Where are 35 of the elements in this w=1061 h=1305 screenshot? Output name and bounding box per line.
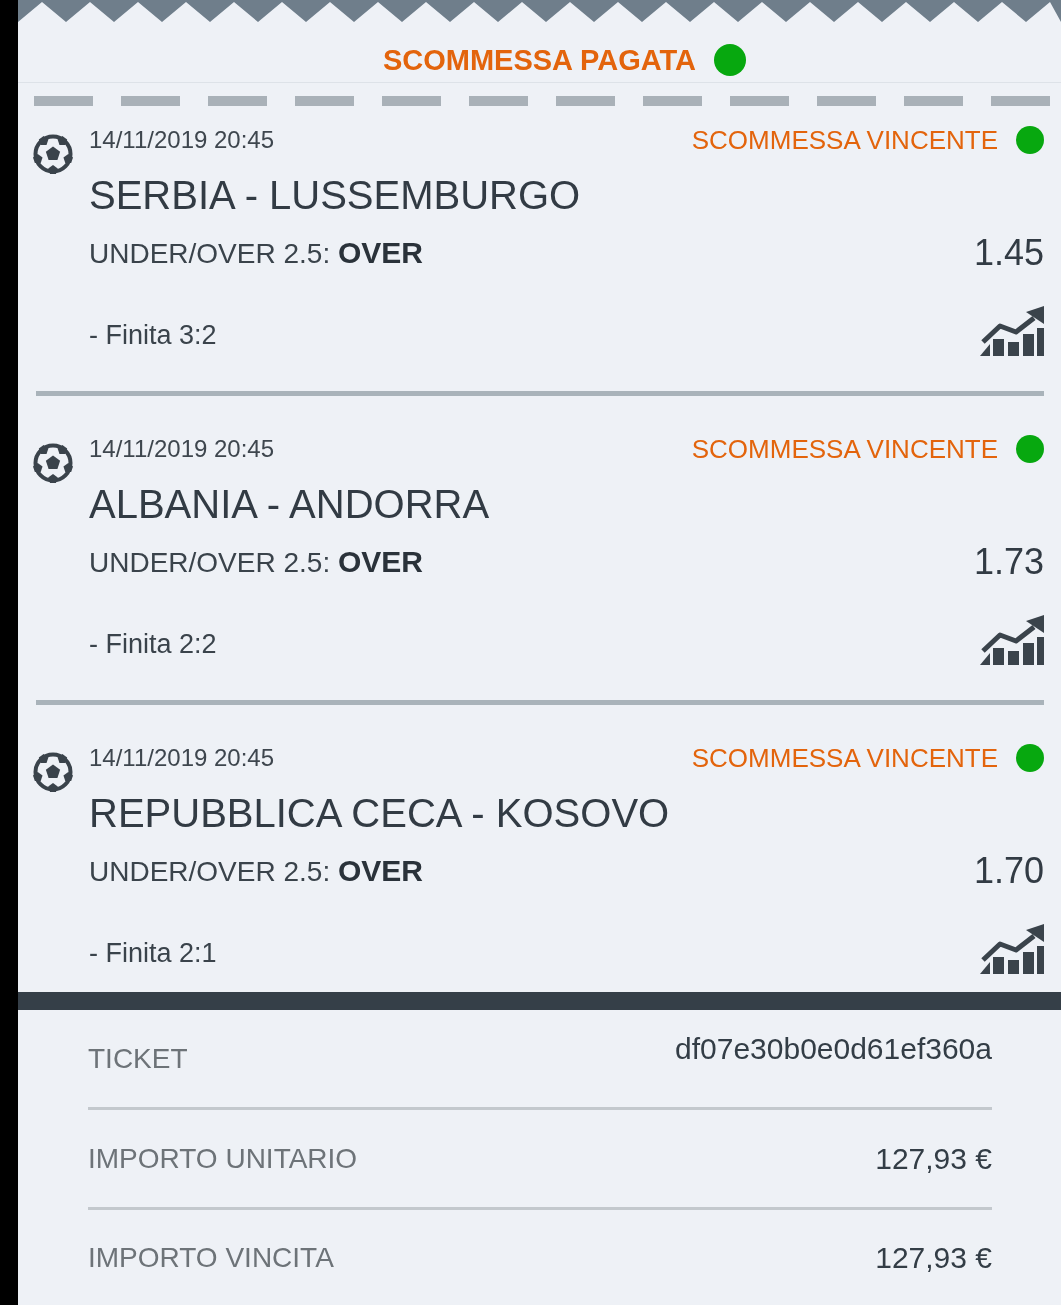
bet-odds: 1.70 (973, 851, 1044, 891)
match-result: - Finita 2:1 (89, 937, 217, 970)
match-date: 14/11/2019 20:45 (89, 743, 275, 773)
bet-odds: 1.73 (973, 542, 1044, 582)
status-dot-icon (714, 44, 747, 76)
football-icon (33, 752, 73, 792)
rising-chart-icon[interactable] (980, 924, 1044, 974)
status-dot-icon (1016, 435, 1044, 463)
match-title: REPUBBLICA CECA - KOSOVO (89, 790, 670, 837)
rising-chart-icon[interactable] (980, 615, 1044, 665)
summary-value: df07e30b0e0d61ef360a (675, 1032, 992, 1066)
football-icon (33, 134, 73, 174)
match-title: ALBANIA - ANDORRA (89, 481, 490, 528)
status-dot-icon (1016, 744, 1044, 772)
bet-market: UNDER/OVER 2.5: OVER (89, 544, 423, 580)
ticket-status-title: SCOMMESSA PAGATA (382, 43, 697, 77)
status-dot-icon (1016, 126, 1044, 154)
summary-value: 127,93 € (875, 1240, 992, 1275)
match-title: SERBIA - LUSSEMBURGO (89, 172, 581, 219)
match-result: - Finita 3:2 (89, 319, 217, 352)
rising-chart-icon[interactable] (980, 306, 1044, 356)
bet-status: SCOMMESSA VINCENTE (691, 125, 998, 155)
match-date: 14/11/2019 20:45 (89, 434, 275, 464)
summary-value: 127,93 € (875, 1141, 992, 1176)
football-icon (33, 443, 73, 483)
bet-odds: 1.45 (973, 233, 1044, 273)
summary-label: TICKET (88, 1042, 188, 1075)
summary-label: IMPORTO UNITARIO (88, 1142, 358, 1175)
bet-market: UNDER/OVER 2.5: OVER (89, 853, 423, 889)
bet-status: SCOMMESSA VINCENTE (691, 743, 998, 773)
bet-market: UNDER/OVER 2.5: OVER (89, 235, 423, 271)
bet-status: SCOMMESSA VINCENTE (691, 434, 998, 464)
match-date: 14/11/2019 20:45 (89, 125, 275, 155)
summary-label: IMPORTO VINCITA (88, 1241, 334, 1274)
match-result: - Finita 2:2 (89, 628, 217, 661)
